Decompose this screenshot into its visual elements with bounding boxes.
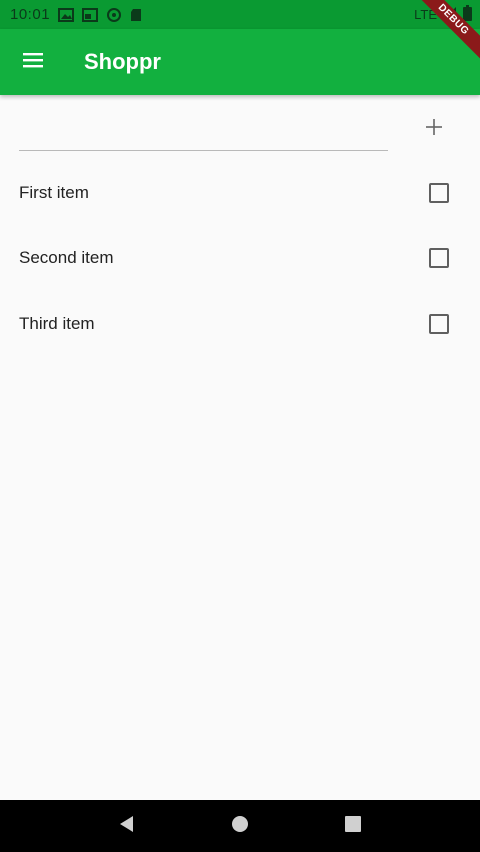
item-checkbox[interactable] (429, 182, 449, 203)
add-item-row (0, 95, 480, 161)
image-icon (58, 7, 75, 22)
app-title: Shoppr (84, 49, 161, 74)
list-item[interactable]: First item (0, 160, 480, 226)
back-icon (118, 815, 136, 838)
new-item-input[interactable] (19, 115, 388, 151)
menu-icon (21, 50, 45, 75)
shopping-list: First item Second item Third item (0, 160, 480, 357)
signal-icon (443, 6, 457, 24)
item-checkbox[interactable] (429, 313, 449, 334)
status-left: 10:01 (10, 6, 146, 23)
list-item[interactable]: Third item (0, 291, 480, 357)
app-bar: Shoppr (0, 29, 480, 95)
item-label: Second item (19, 248, 114, 268)
sync-icon (106, 7, 122, 22)
recents-button[interactable] (333, 806, 373, 846)
sd-card-icon (130, 8, 146, 22)
add-icon (424, 117, 444, 142)
status-bar: 10:01 LTE (0, 0, 480, 29)
back-button[interactable] (107, 806, 147, 846)
status-right: LTE (414, 0, 472, 29)
item-checkbox[interactable] (429, 248, 449, 269)
menu-button[interactable] (0, 29, 66, 95)
status-time: 10:01 (10, 6, 51, 23)
add-item-button[interactable] (414, 109, 454, 149)
home-icon (231, 815, 249, 838)
network-label: LTE (414, 7, 437, 22)
phone-screen: 10:01 LTE DEBUG Shoppr First item Second… (0, 0, 480, 852)
recents-icon (344, 815, 362, 838)
system-nav-bar (0, 800, 480, 852)
list-item[interactable]: Second item (0, 226, 480, 292)
item-label: First item (19, 182, 89, 202)
battery-icon (463, 4, 472, 25)
cast-icon (82, 7, 99, 22)
home-button[interactable] (220, 806, 260, 846)
item-label: Third item (19, 313, 95, 333)
